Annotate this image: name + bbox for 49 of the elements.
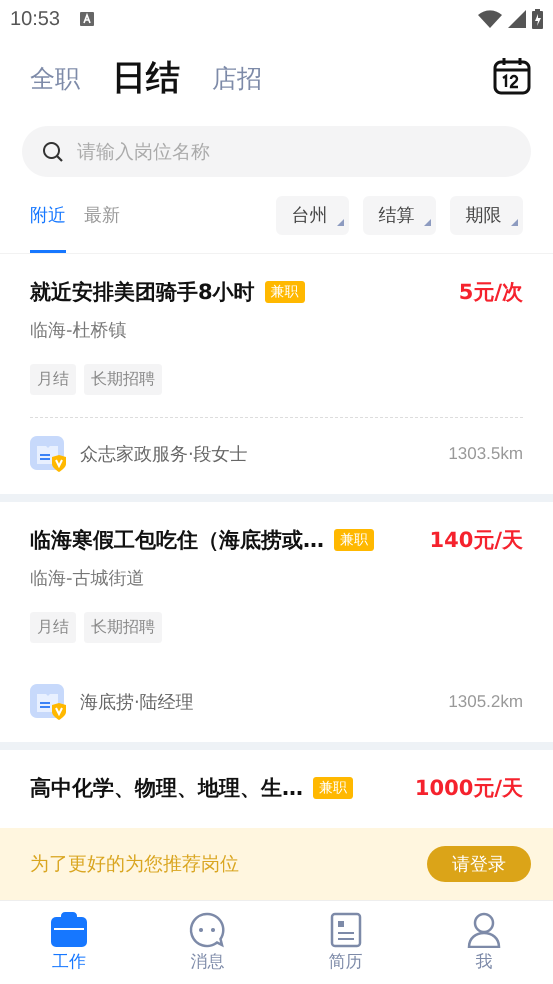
job-type-badge: 兼职	[313, 777, 353, 799]
filter-dropdown[interactable]: 期限	[450, 196, 523, 234]
job-title: 临海寒假工包吃住（海底捞或…	[30, 527, 324, 554]
nav-tab[interactable]: 简历	[276, 901, 415, 984]
company-logo-icon	[30, 684, 66, 720]
dropdown-corner-icon	[511, 218, 518, 226]
calendar-icon[interactable]	[493, 57, 531, 95]
login-prompt: 为了更好的为您推荐岗位	[30, 852, 239, 877]
job-distance: 1303.5km	[448, 444, 523, 464]
employer-name: 海底捞·陆经理	[80, 691, 194, 714]
job-tag: 月结	[30, 612, 76, 643]
job-pay: 140元/天	[428, 527, 523, 554]
job-pay: 1000元/天	[414, 775, 523, 802]
job-tag: 长期招聘	[84, 364, 162, 395]
job-distance: 1305.2km	[448, 692, 523, 712]
job-pay: 5元/次	[458, 279, 523, 306]
login-button[interactable]: 请登录	[427, 846, 531, 882]
search-field[interactable]: 请输入岗位名称	[22, 126, 531, 177]
job-location: 临海-古城街道	[30, 567, 146, 590]
category-tab[interactable]: 全职	[30, 62, 80, 94]
battery-icon	[532, 9, 543, 29]
dropdown-corner-icon	[337, 218, 344, 226]
status-time: 10:53	[10, 8, 60, 30]
nav-tab[interactable]: 我	[414, 901, 553, 984]
filter-dropdown[interactable]: 结算	[363, 196, 436, 234]
chat-bubble-icon	[188, 912, 226, 948]
job-title: 高中化学、物理、地理、生…	[30, 775, 303, 802]
job-tag: 长期招聘	[84, 612, 162, 643]
sort-tab[interactable]: 最新	[84, 177, 120, 253]
job-type-badge: 兼职	[264, 281, 305, 303]
job-type-badge: 兼职	[334, 529, 374, 551]
job-location: 临海-杜桥镇	[30, 319, 128, 342]
company-logo-icon	[30, 436, 66, 472]
employer-name: 众志家政服务·段女士	[80, 443, 248, 466]
search-icon	[42, 141, 64, 163]
job-title: 就近安排美团骑手8小时	[30, 279, 255, 306]
wifi-icon	[478, 10, 502, 28]
dropdown-corner-icon	[424, 218, 431, 226]
filter-dropdown[interactable]: 台州	[276, 196, 349, 234]
briefcase-icon	[50, 912, 88, 948]
keyboard-icon	[80, 12, 94, 26]
category-tab[interactable]: 店招	[212, 62, 262, 94]
nav-tab[interactable]: 消息	[138, 901, 276, 984]
category-tab[interactable]: 日结	[112, 55, 180, 101]
job-tag: 月结	[30, 364, 76, 395]
signal-icon	[508, 10, 526, 28]
nav-tab[interactable]: 工作	[0, 901, 138, 984]
person-icon	[466, 912, 502, 948]
document-icon	[328, 912, 363, 948]
